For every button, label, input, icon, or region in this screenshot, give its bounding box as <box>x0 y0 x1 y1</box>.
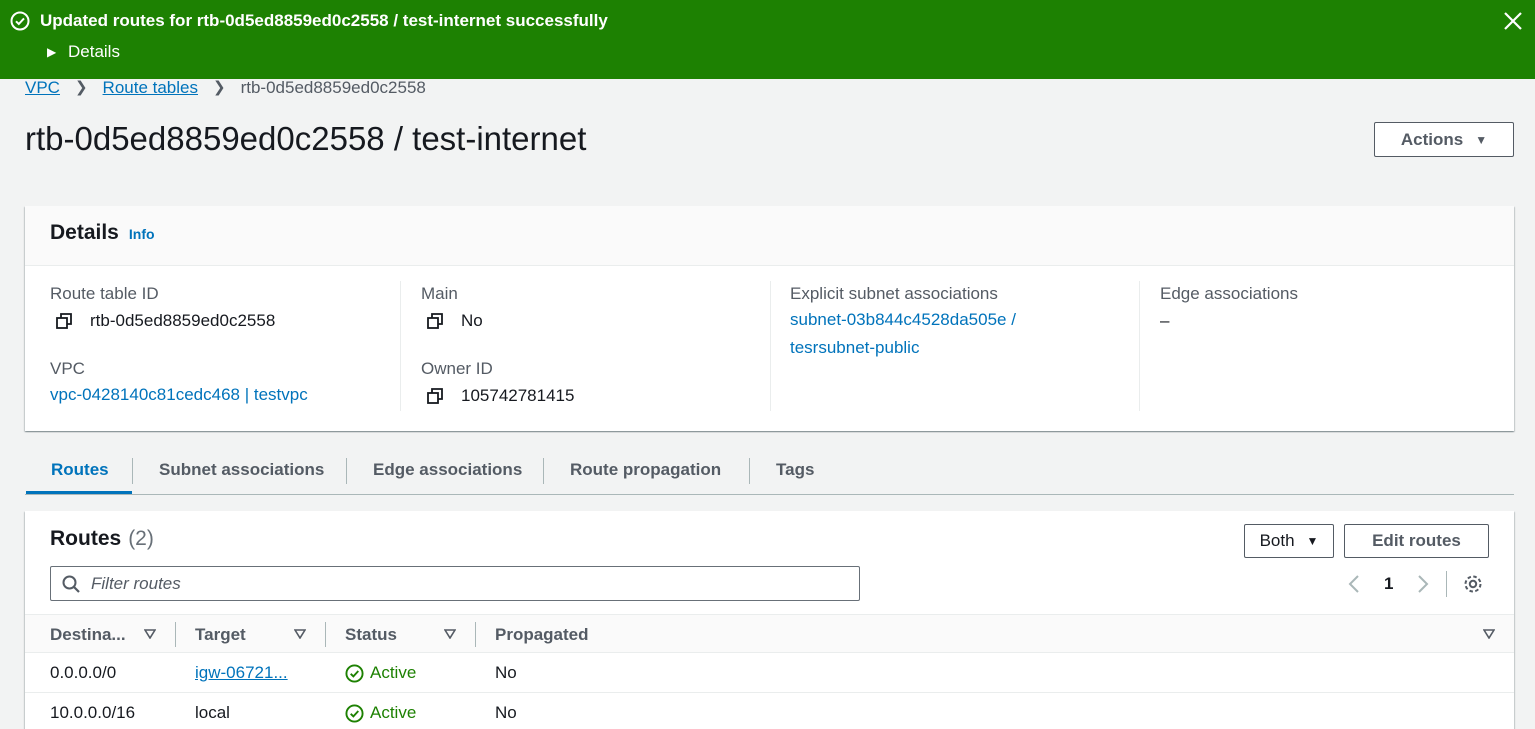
breadcrumb-vpc[interactable]: VPC <box>25 77 60 99</box>
vpc-link[interactable]: vpc-0428140c81cedc468 | testvpc <box>50 381 308 409</box>
cell-destination: 10.0.0.0/16 <box>50 703 136 722</box>
owner-id-text: 105742781415 <box>461 386 575 405</box>
column-divider[interactable] <box>325 622 326 647</box>
close-icon[interactable] <box>1502 10 1524 32</box>
details-header: Details Info <box>25 206 1514 266</box>
cell-target-link[interactable]: igw-06721... <box>195 662 288 684</box>
sort-caret-icon[interactable] <box>444 629 456 639</box>
edit-routes-button[interactable]: Edit routes <box>1344 524 1489 558</box>
cell-status-text: Active <box>370 663 417 682</box>
subnet-assoc-link-name[interactable]: tesrsubnet-public <box>790 334 919 362</box>
pagination-divider <box>1446 571 1447 597</box>
routes-panel: Routes (2) Both ▼ Edit routes 1 Destina.… <box>25 511 1514 729</box>
owner-id-label: Owner ID <box>421 359 493 378</box>
edge-assoc-label: Edge associations <box>1160 284 1298 303</box>
chevron-right-icon: ❯ <box>213 79 226 96</box>
details-info-link[interactable]: Info <box>129 226 155 242</box>
chevron-right-icon: ❯ <box>74 79 88 96</box>
filter-routes-field[interactable] <box>50 566 860 601</box>
caret-right-icon[interactable]: ▶ <box>47 45 56 59</box>
tab-route-propagation[interactable]: Route propagation <box>570 459 721 481</box>
routes-heading: Routes <box>50 527 122 550</box>
actions-button[interactable]: Actions ▼ <box>1374 122 1514 157</box>
subnet-assoc-link[interactable]: subnet-03b844c4528da505e / <box>790 306 1016 334</box>
main-text: No <box>461 311 483 330</box>
caret-down-icon: ▼ <box>1475 132 1488 147</box>
column-header-destination[interactable]: Destina... <box>50 624 126 646</box>
success-flash-banner: Updated routes for rtb-0d5ed8859ed0c2558… <box>0 0 1535 79</box>
tab-edge-associations[interactable]: Edge associations <box>373 459 522 481</box>
sort-caret-icon[interactable] <box>144 629 156 639</box>
tab-divider <box>132 458 133 484</box>
tab-bar: Routes Subnet associations Edge associat… <box>25 449 1514 495</box>
cell-propagated: No <box>495 663 517 682</box>
page-title: rtb-0d5ed8859ed0c2558 / test-internet <box>25 120 587 157</box>
tab-divider <box>749 458 750 484</box>
tab-tags[interactable]: Tags <box>776 459 814 481</box>
column-header-target[interactable]: Target <box>195 624 246 646</box>
routes-count: (2) <box>128 527 154 550</box>
chevron-right-icon[interactable] <box>1417 574 1429 594</box>
owner-id-value: 105742781415 <box>427 385 574 407</box>
copy-icon[interactable] <box>56 313 72 329</box>
caret-down-icon: ▼ <box>1306 534 1319 548</box>
gear-icon[interactable] <box>1462 573 1484 595</box>
column-header-propagated[interactable]: Propagated <box>495 624 589 646</box>
check-circle-icon <box>345 663 364 683</box>
routes-table-header: Destina... Target Status Propagated <box>25 614 1514 653</box>
subnet-assoc-label: Explicit subnet associations <box>790 284 998 303</box>
tab-divider <box>346 458 347 484</box>
check-circle-icon <box>345 703 364 723</box>
main-value: No <box>427 310 483 332</box>
actions-button-label: Actions <box>1400 129 1464 149</box>
column-divider <box>1139 281 1140 411</box>
cell-target: local <box>195 703 230 722</box>
flash-details-toggle[interactable]: Details <box>68 41 120 63</box>
vpc-label: VPC <box>50 359 85 378</box>
edge-assoc-value: – <box>1160 311 1170 330</box>
tab-subnet-associations[interactable]: Subnet associations <box>159 459 324 481</box>
route-filter-select[interactable]: Both ▼ <box>1244 524 1334 558</box>
tab-routes[interactable]: Routes <box>51 459 109 481</box>
copy-icon[interactable] <box>427 388 443 404</box>
details-panel: Details Info Route table ID rtb-0d5ed885… <box>25 206 1514 431</box>
tab-divider <box>543 458 544 484</box>
cell-status: Active <box>345 662 416 684</box>
flash-message: Updated routes for rtb-0d5ed8859ed0c2558… <box>40 11 608 30</box>
filter-routes-input[interactable] <box>91 571 841 596</box>
cell-destination: 0.0.0.0/0 <box>50 663 117 682</box>
page-number[interactable]: 1 <box>1384 573 1393 595</box>
cell-propagated: No <box>495 703 517 722</box>
column-divider[interactable] <box>475 622 476 647</box>
breadcrumb-current: rtb-0d5ed8859ed0c2558 <box>240 78 426 97</box>
route-table-id-text: rtb-0d5ed8859ed0c2558 <box>90 311 276 330</box>
active-tab-indicator <box>26 491 132 494</box>
breadcrumb: VPC ❯ Route tables ❯ rtb-0d5ed8859ed0c25… <box>25 77 426 99</box>
route-filter-select-value: Both <box>1259 531 1295 550</box>
column-divider <box>400 281 401 411</box>
search-icon <box>62 575 80 593</box>
breadcrumb-route-tables[interactable]: Route tables <box>103 77 198 99</box>
details-heading: Details <box>50 221 119 244</box>
column-divider[interactable] <box>175 622 176 647</box>
column-divider <box>770 281 771 411</box>
check-circle-icon <box>10 11 30 31</box>
route-table-id-label: Route table ID <box>50 284 159 303</box>
cell-status-text: Active <box>370 703 417 722</box>
main-label: Main <box>421 284 458 303</box>
sort-caret-icon[interactable] <box>294 629 306 639</box>
table-row: 0.0.0.0/0 igw-06721... Active No <box>25 653 1514 693</box>
chevron-left-icon[interactable] <box>1348 574 1360 594</box>
cell-status: Active <box>345 702 416 724</box>
table-row: 10.0.0.0/16 local Active No <box>25 693 1514 729</box>
sort-caret-icon[interactable] <box>1483 629 1495 639</box>
copy-icon[interactable] <box>427 313 443 329</box>
column-header-status[interactable]: Status <box>345 624 397 646</box>
route-table-id-value: rtb-0d5ed8859ed0c2558 <box>56 310 275 332</box>
